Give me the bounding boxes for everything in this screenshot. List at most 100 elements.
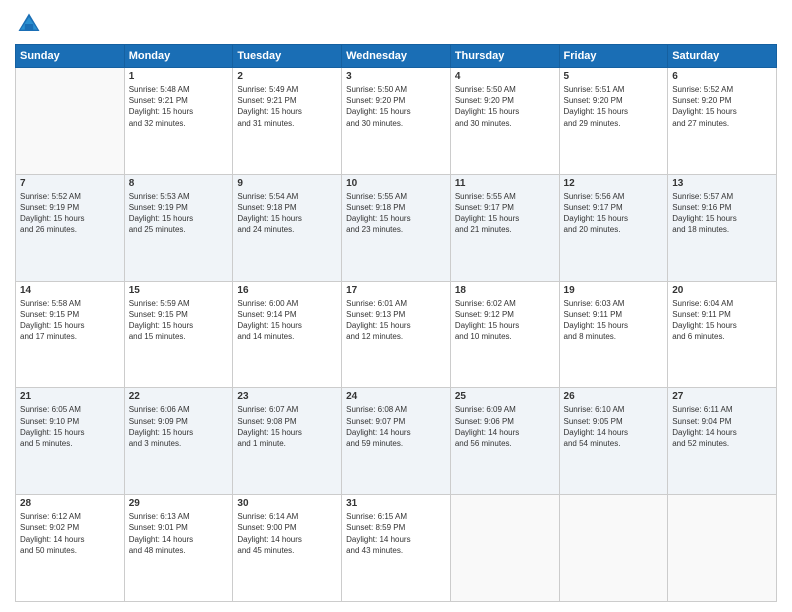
calendar-cell: 24Sunrise: 6:08 AM Sunset: 9:07 PM Dayli…	[342, 388, 451, 495]
day-info: Sunrise: 5:55 AM Sunset: 9:18 PM Dayligh…	[346, 191, 446, 236]
day-info: Sunrise: 6:13 AM Sunset: 9:01 PM Dayligh…	[129, 511, 229, 556]
calendar-cell: 7Sunrise: 5:52 AM Sunset: 9:19 PM Daylig…	[16, 174, 125, 281]
day-number: 25	[455, 391, 555, 402]
day-number: 30	[237, 498, 337, 509]
col-header-saturday: Saturday	[668, 45, 777, 68]
calendar-header-row: SundayMondayTuesdayWednesdayThursdayFrid…	[16, 45, 777, 68]
calendar-cell	[16, 68, 125, 175]
logo-icon	[15, 10, 43, 38]
day-number: 7	[20, 178, 120, 189]
col-header-friday: Friday	[559, 45, 668, 68]
day-number: 20	[672, 285, 772, 296]
day-number: 14	[20, 285, 120, 296]
day-number: 4	[455, 71, 555, 82]
calendar-cell: 3 Sunrise: 5:50 AM Sunset: 9:20 PM Daylig…	[342, 68, 451, 175]
calendar-cell: 10 Sunrise: 5:55 AM Sunset: 9:18 PM Dayli…	[342, 174, 451, 281]
day-info: Sunrise: 5:53 AM Sunset: 9:19 PM Dayligh…	[129, 191, 229, 236]
day-number: 27	[672, 391, 772, 402]
calendar-cell	[450, 495, 559, 602]
day-info: Sunrise: 5:58 AM Sunset: 9:15 PM Dayligh…	[20, 298, 120, 343]
day-info: Sunrise: 6:03 AM Sunset: 9:11 PM Dayligh…	[564, 298, 664, 343]
day-number: 23	[237, 391, 337, 402]
calendar-cell: 18 Sunrise: 6:02 AM Sunset: 9:12 PM Dayli…	[450, 281, 559, 388]
day-info: Sunrise: 5:48 AM Sunset: 9:21 PM Dayligh…	[129, 84, 229, 129]
day-number: 12	[564, 178, 664, 189]
day-info: Sunrise: 5:54 AM Sunset: 9:18 PM Dayligh…	[237, 191, 337, 236]
day-number: 17	[346, 285, 446, 296]
calendar-cell: 19 Sunrise: 6:03 AM Sunset: 9:11 PM Dayli…	[559, 281, 668, 388]
day-info: Sunrise: 6:06 AM Sunset: 9:09 PM Dayligh…	[129, 404, 229, 449]
calendar-week-row: 28Sunrise: 6:12 AM Sunset: 9:02 PM Dayli…	[16, 495, 777, 602]
day-number: 18	[455, 285, 555, 296]
col-header-wednesday: Wednesday	[342, 45, 451, 68]
calendar-cell: 21 Sunrise: 6:05 AM Sunset: 9:10 PM Dayli…	[16, 388, 125, 495]
day-number: 10	[346, 178, 446, 189]
calendar-week-row: 21 Sunrise: 6:05 AM Sunset: 9:10 PM Dayli…	[16, 388, 777, 495]
col-header-thursday: Thursday	[450, 45, 559, 68]
day-info: Sunrise: 5:56 AM Sunset: 9:17 PM Dayligh…	[564, 191, 664, 236]
calendar-table: SundayMondayTuesdayWednesdayThursdayFrid…	[15, 44, 777, 602]
day-number: 19	[564, 285, 664, 296]
calendar-cell: 2 Sunrise: 5:49 AM Sunset: 9:21 PM Daylig…	[233, 68, 342, 175]
day-info: Sunrise: 6:11 AM Sunset: 9:04 PM Dayligh…	[672, 404, 772, 449]
day-number: 5	[564, 71, 664, 82]
day-number: 11	[455, 178, 555, 189]
col-header-monday: Monday	[124, 45, 233, 68]
day-info: Sunrise: 6:00 AM Sunset: 9:14 PM Dayligh…	[237, 298, 337, 343]
day-info: Sunrise: 5:57 AM Sunset: 9:16 PM Dayligh…	[672, 191, 772, 236]
day-info: Sunrise: 6:04 AM Sunset: 9:11 PM Dayligh…	[672, 298, 772, 343]
day-number: 21	[20, 391, 120, 402]
day-info: Sunrise: 5:49 AM Sunset: 9:21 PM Dayligh…	[237, 84, 337, 129]
calendar-cell: 11 Sunrise: 5:55 AM Sunset: 9:17 PM Dayli…	[450, 174, 559, 281]
calendar-cell	[559, 495, 668, 602]
day-info: Sunrise: 6:08 AM Sunset: 9:07 PM Dayligh…	[346, 404, 446, 449]
calendar-week-row: 14 Sunrise: 5:58 AM Sunset: 9:15 PM Dayli…	[16, 281, 777, 388]
day-number: 15	[129, 285, 229, 296]
calendar-cell: 17 Sunrise: 6:01 AM Sunset: 9:13 PM Dayli…	[342, 281, 451, 388]
day-info: Sunrise: 5:50 AM Sunset: 9:20 PM Dayligh…	[346, 84, 446, 129]
day-number: 13	[672, 178, 772, 189]
day-info: Sunrise: 5:50 AM Sunset: 9:20 PM Dayligh…	[455, 84, 555, 129]
day-number: 8	[129, 178, 229, 189]
calendar-cell: 12 Sunrise: 5:56 AM Sunset: 9:17 PM Dayli…	[559, 174, 668, 281]
calendar-cell: 27 Sunrise: 6:11 AM Sunset: 9:04 PM Dayli…	[668, 388, 777, 495]
calendar-cell: 9 Sunrise: 5:54 AM Sunset: 9:18 PM Daylig…	[233, 174, 342, 281]
calendar-cell: 4 Sunrise: 5:50 AM Sunset: 9:20 PM Daylig…	[450, 68, 559, 175]
day-info: Sunrise: 6:05 AM Sunset: 9:10 PM Dayligh…	[20, 404, 120, 449]
calendar-week-row: 7Sunrise: 5:52 AM Sunset: 9:19 PM Daylig…	[16, 174, 777, 281]
calendar-cell: 26Sunrise: 6:10 AM Sunset: 9:05 PM Dayli…	[559, 388, 668, 495]
day-info: Sunrise: 5:55 AM Sunset: 9:17 PM Dayligh…	[455, 191, 555, 236]
calendar-cell: 5 Sunrise: 5:51 AM Sunset: 9:20 PM Daylig…	[559, 68, 668, 175]
calendar-cell: 8 Sunrise: 5:53 AM Sunset: 9:19 PM Daylig…	[124, 174, 233, 281]
col-header-tuesday: Tuesday	[233, 45, 342, 68]
day-number: 9	[237, 178, 337, 189]
day-number: 26	[564, 391, 664, 402]
day-info: Sunrise: 6:15 AM Sunset: 8:59 PM Dayligh…	[346, 511, 446, 556]
page: SundayMondayTuesdayWednesdayThursdayFrid…	[0, 0, 792, 612]
day-info: Sunrise: 6:14 AM Sunset: 9:00 PM Dayligh…	[237, 511, 337, 556]
calendar-cell: 16 Sunrise: 6:00 AM Sunset: 9:14 PM Dayli…	[233, 281, 342, 388]
calendar-cell: 23 Sunrise: 6:07 AM Sunset: 9:08 PM Dayli…	[233, 388, 342, 495]
day-info: Sunrise: 5:51 AM Sunset: 9:20 PM Dayligh…	[564, 84, 664, 129]
day-info: Sunrise: 6:07 AM Sunset: 9:08 PM Dayligh…	[237, 404, 337, 449]
calendar-cell: 28Sunrise: 6:12 AM Sunset: 9:02 PM Dayli…	[16, 495, 125, 602]
day-number: 6	[672, 71, 772, 82]
day-number: 16	[237, 285, 337, 296]
day-info: Sunrise: 6:02 AM Sunset: 9:12 PM Dayligh…	[455, 298, 555, 343]
calendar-cell: 22Sunrise: 6:06 AM Sunset: 9:09 PM Dayli…	[124, 388, 233, 495]
calendar-cell: 25 Sunrise: 6:09 AM Sunset: 9:06 PM Dayli…	[450, 388, 559, 495]
day-number: 29	[129, 498, 229, 509]
day-number: 3	[346, 71, 446, 82]
day-info: Sunrise: 5:52 AM Sunset: 9:20 PM Dayligh…	[672, 84, 772, 129]
calendar-cell: 15Sunrise: 5:59 AM Sunset: 9:15 PM Dayli…	[124, 281, 233, 388]
calendar-cell: 31 Sunrise: 6:15 AM Sunset: 8:59 PM Dayli…	[342, 495, 451, 602]
calendar-cell: 30 Sunrise: 6:14 AM Sunset: 9:00 PM Dayli…	[233, 495, 342, 602]
day-number: 2	[237, 71, 337, 82]
day-info: Sunrise: 6:09 AM Sunset: 9:06 PM Dayligh…	[455, 404, 555, 449]
day-number: 31	[346, 498, 446, 509]
header	[15, 10, 777, 38]
day-info: Sunrise: 6:01 AM Sunset: 9:13 PM Dayligh…	[346, 298, 446, 343]
calendar-cell: 1Sunrise: 5:48 AM Sunset: 9:21 PM Daylig…	[124, 68, 233, 175]
day-info: Sunrise: 6:12 AM Sunset: 9:02 PM Dayligh…	[20, 511, 120, 556]
calendar-cell: 20 Sunrise: 6:04 AM Sunset: 9:11 PM Dayli…	[668, 281, 777, 388]
